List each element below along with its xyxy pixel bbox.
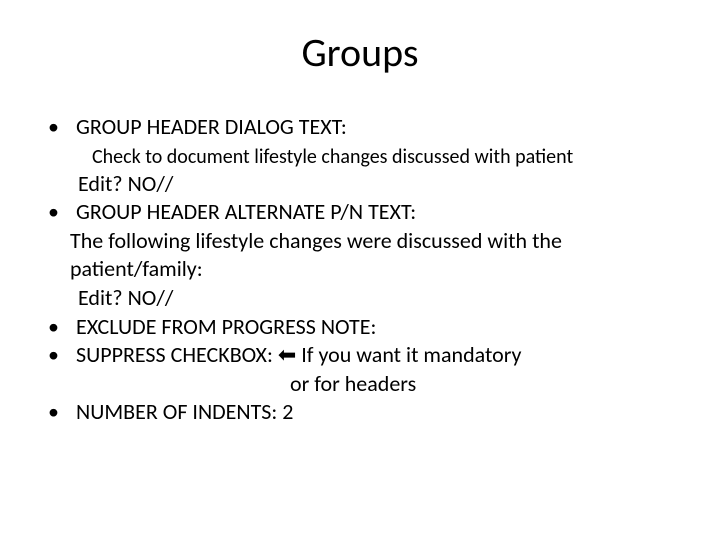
suppress-or-line: or for headers	[42, 370, 690, 399]
exclude-label: EXCLUDE FROM PROGRESS NOTE:	[76, 313, 376, 340]
slide-body: GROUP HEADER DIALOG TEXT: Check to docum…	[30, 113, 690, 427]
bullet-item-suppress: SUPPRESS CHECKBOX: ⬅ If you want it mand…	[42, 341, 690, 370]
alternate-pn-label: GROUP HEADER ALTERNATE P/N TEXT:	[76, 198, 416, 225]
bullet-item-alternate-pn: GROUP HEADER ALTERNATE P/N TEXT:	[42, 198, 690, 227]
alternate-pn-desc: The following lifestyle changes were dis…	[42, 227, 690, 284]
slide-title: Groups	[30, 28, 690, 77]
suppress-label-part1: SUPPRESS CHECKBOX:	[76, 341, 278, 368]
header-dialog-subtext: Check to document lifestyle changes disc…	[42, 144, 690, 170]
bullet-item-exclude: EXCLUDE FROM PROGRESS NOTE:	[42, 313, 690, 342]
header-dialog-label: GROUP HEADER DIALOG TEXT:	[76, 113, 347, 140]
indents-label: NUMBER OF INDENTS: 2	[76, 398, 293, 425]
alternate-pn-edit: Edit? NO//	[42, 284, 690, 313]
header-dialog-edit: Edit? NO//	[42, 170, 690, 199]
left-arrow-icon: ⬅	[278, 342, 296, 367]
bullet-list: GROUP HEADER DIALOG TEXT: Check to docum…	[42, 113, 690, 427]
bullet-item-header-dialog: GROUP HEADER DIALOG TEXT:	[42, 113, 690, 142]
suppress-label-part2: If you want it mandatory	[296, 341, 521, 368]
bullet-item-indents: NUMBER OF INDENTS: 2	[42, 398, 690, 427]
